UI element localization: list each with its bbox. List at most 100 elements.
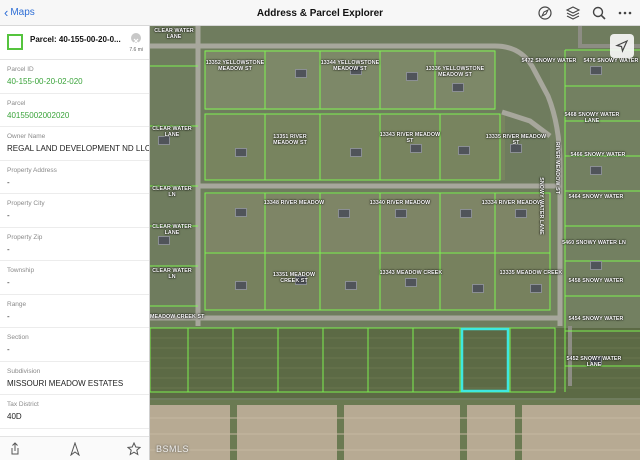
close-button[interactable] [131, 33, 141, 44]
map-label: 13340 RIVER MEADOW [369, 200, 431, 206]
house-roof [406, 72, 418, 81]
field-label: Range [7, 300, 27, 308]
field-label: Property Address [7, 166, 57, 174]
field-range: Range - [0, 295, 149, 328]
house-roof [395, 209, 407, 218]
field-label: Township [7, 267, 35, 274]
field-value: - [7, 345, 10, 354]
map-label: 5458 SNOWY WATER [568, 278, 624, 284]
house-roof [410, 144, 422, 153]
field-property-address: Property Address - [0, 161, 149, 194]
field-value: - [7, 211, 10, 220]
house-roof [295, 69, 307, 78]
compass-icon[interactable] [537, 5, 553, 21]
map-label: 13344 YELLOWSTONE MEADOW ST [320, 60, 380, 72]
map-label: 13352 YELLOWSTONE MEADOW ST [205, 60, 265, 72]
panel-action-bar [0, 436, 149, 460]
map-label: 13351 MEADOW CREEK ST [272, 272, 316, 284]
satellite-map[interactable]: CLEAR WATER LANE 13352 YELLOWSTONE MEADO… [150, 26, 640, 460]
house-roof [235, 208, 247, 217]
map-label: CLEAR WATER LANE [152, 126, 192, 138]
map-label: 13334 RIVER MEADOW [481, 200, 543, 206]
map-label: 5454 SNOWY WATER [568, 316, 624, 322]
panel-title: Parcel: 40-155-00-20-0... [30, 35, 121, 44]
house-roof [590, 66, 602, 75]
map-label: CLEAR WATER LN [152, 186, 192, 198]
field-subdivision: Subdivision MISSOURI MEADOW ESTATES [0, 362, 149, 395]
map-label: 5472 SNOWY WATER [521, 58, 577, 64]
parcel-swatch-icon [7, 34, 23, 50]
house-roof [338, 209, 350, 218]
search-icon[interactable] [591, 5, 607, 21]
mls-watermark: BSMLS [156, 444, 190, 454]
map-label: MEADOW CREEK ST [150, 314, 205, 320]
field-value: MISSOURI MEADOW ESTATES [7, 378, 124, 388]
field-property-city: Property City - [0, 194, 149, 228]
field-label: Parcel ID [7, 66, 34, 73]
field-value: 40D [7, 412, 22, 421]
distance-label: 7.6 mi [129, 47, 143, 53]
field-parcel: Parcel 40155002002020 [0, 94, 149, 127]
house-roof [235, 148, 247, 157]
map-label: RIVER MEADOW ST [554, 141, 560, 195]
house-roof [590, 166, 602, 175]
map-label: SNOWY WATER LANE [538, 177, 544, 235]
field-label: Parcel [7, 99, 26, 107]
directions-icon[interactable] [68, 442, 82, 456]
top-bar: ‹ Maps Address & Parcel Explorer [0, 0, 640, 26]
field-section: Section - [0, 328, 149, 362]
field-value: - [7, 311, 10, 321]
house-roof [458, 146, 470, 155]
close-icon [133, 38, 139, 44]
map-label: 13351 RIVER MEADOW ST [273, 134, 307, 146]
locate-me-button[interactable] [610, 34, 634, 58]
house-roof [158, 236, 170, 245]
map-label: 5464 SNOWY WATER [568, 194, 624, 200]
map-label: 5468 SNOWY WATER LANE [564, 112, 620, 124]
house-roof [350, 148, 362, 157]
field-label: Property City [7, 200, 45, 207]
field-label: Subdivision [7, 367, 41, 375]
map-label: 5476 SNOWY WATER [583, 58, 639, 64]
map-label: CLEAR WATER LANE [154, 28, 194, 40]
field-parcel-id: Parcel ID 40-155-00-20-02-020 [0, 60, 149, 94]
house-roof [235, 281, 247, 290]
field-label: Section [7, 334, 29, 341]
map-label: 5466 SNOWY WATER [570, 152, 626, 158]
map-label: 13335 RIVER MEADOW ST [485, 134, 547, 146]
field-label: Property Zip [7, 233, 43, 241]
star-icon[interactable] [127, 442, 141, 456]
field-value[interactable]: 40155002002020 [7, 111, 149, 120]
field-value: REGAL LAND DEVELOPMENT ND LLC [7, 144, 150, 153]
panel-header: Parcel: 40-155-00-20-0... 7.6 mi [0, 26, 149, 60]
field-tax-district: Tax District 40D [0, 395, 149, 429]
share-icon[interactable] [8, 442, 22, 456]
house-roof [405, 278, 417, 287]
house-roof [515, 209, 527, 218]
map-label: 13348 RIVER MEADOW [263, 200, 325, 206]
house-roof [590, 261, 602, 270]
field-value: - [7, 177, 10, 187]
map-label: 5460 SNOWY WATER LN [562, 240, 626, 246]
field-label: Owner Name [7, 133, 46, 140]
map-label: CLEAR WATER LN [152, 268, 192, 280]
map-label: 13343 MEADOW CREEK [379, 270, 443, 276]
field-value: - [7, 278, 10, 287]
field-value[interactable]: 40-155-00-20-02-020 [7, 77, 149, 86]
layers-icon[interactable] [565, 5, 581, 21]
field-value: - [7, 244, 10, 254]
location-arrow-icon [615, 39, 629, 53]
field-property-zip: Property Zip - [0, 228, 149, 261]
map-label: CLEAR WATER LANE [152, 224, 192, 236]
map-label: 13335 MEADOW CREEK [499, 270, 563, 276]
map-label: 13343 RIVER MEADOW ST [379, 132, 441, 144]
parcel-info-panel: Parcel: 40-155-00-20-0... 7.6 mi Parcel … [0, 26, 150, 460]
map-label: 13336 YELLOWSTONE MEADOW ST [425, 66, 485, 78]
field-township: Township - [0, 261, 149, 295]
field-label: Tax District [7, 401, 39, 408]
house-roof [472, 284, 484, 293]
more-icon[interactable] [617, 5, 633, 21]
house-roof [530, 284, 542, 293]
house-roof [452, 83, 464, 92]
map-label: 5452 SNOWY WATER LANE [566, 356, 622, 368]
